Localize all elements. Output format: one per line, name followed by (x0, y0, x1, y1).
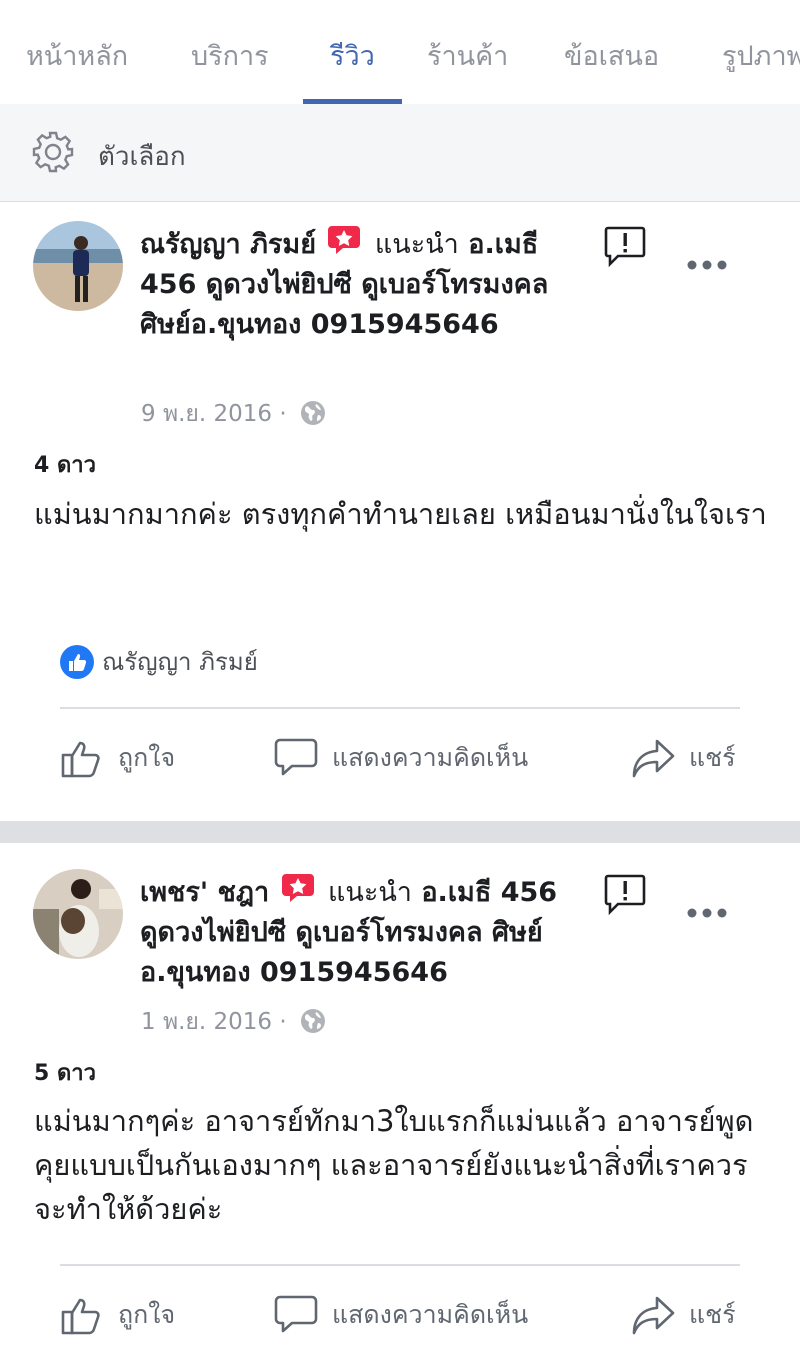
avatar[interactable] (33, 869, 123, 959)
rating-stars: 5 ดาว (34, 1061, 96, 1086)
divider (60, 1264, 740, 1266)
post-separator (0, 821, 800, 843)
author-name[interactable]: ณรัญญา ภิรมย์ (140, 229, 316, 260)
tab-shop[interactable]: ร้านค้า (427, 34, 508, 77)
comment-icon (274, 738, 318, 776)
review-header: ณรัญญา ภิรมย์ แนะนำ อ.เมธี 456 ดูดวงไพ่ย… (140, 225, 590, 345)
globe-icon (300, 401, 325, 425)
share-button[interactable]: แชร์ (631, 1293, 736, 1337)
comment-button[interactable]: แสดงความคิดเห็น (274, 736, 528, 780)
share-label: แชร์ (689, 1300, 736, 1329)
like-label: ถูกใจ (118, 1300, 176, 1329)
tab-offers[interactable]: ข้อเสนอ (564, 34, 659, 77)
thumbs-up-icon (61, 1298, 100, 1335)
rating-stars: 4 ดาว (34, 453, 96, 478)
divider (60, 707, 740, 709)
tab-home[interactable]: หน้าหลัก (26, 34, 128, 77)
globe-icon (300, 1009, 325, 1033)
tab-photos[interactable]: รูปภาพ (722, 34, 800, 77)
share-button[interactable]: แชร์ (631, 736, 736, 780)
avatar[interactable] (33, 221, 123, 311)
comment-label: แสดงความคิดเห็น (332, 743, 529, 772)
liker-name[interactable]: ณรัญญา ภิรมย์ (102, 648, 258, 676)
recommend-badge-icon (328, 226, 361, 254)
date-text[interactable]: 1 พ.ย. 2016 · (141, 1009, 287, 1035)
like-button[interactable]: ถูกใจ (60, 736, 175, 780)
date-text[interactable]: 9 พ.ย. 2016 · (141, 401, 287, 427)
tab-reviews[interactable]: รีวิว (330, 34, 375, 77)
more-icon[interactable] (687, 259, 727, 271)
reactions-summary[interactable]: ณรัญญา ภิรมย์ (60, 642, 258, 681)
recommends-label: แนะนำ (327, 877, 412, 908)
report-icon[interactable] (603, 872, 647, 916)
avatar-photo-icon (33, 869, 123, 959)
recommend-badge-icon (281, 874, 314, 902)
share-icon (632, 739, 675, 778)
options-label[interactable]: ตัวเลือก (98, 136, 186, 177)
share-label: แชร์ (689, 743, 736, 772)
post-date[interactable]: 9 พ.ย. 2016 · (141, 396, 326, 432)
report-icon[interactable] (603, 224, 647, 268)
thumbs-up-icon (61, 741, 100, 778)
tab-bar: หน้าหลัก บริการ รีวิว ร้านค้า ข้อเสนอ รู… (0, 0, 800, 104)
review-text: แม่นมากๆค่ะ อาจารย์ทักมา3ใบแรกก็แม่นแล้ว… (34, 1104, 754, 1226)
more-icon[interactable] (687, 907, 727, 919)
comment-icon (274, 1295, 318, 1333)
gear-icon[interactable] (30, 129, 76, 175)
tab-services[interactable]: บริการ (191, 34, 269, 77)
like-button[interactable]: ถูกใจ (60, 1293, 175, 1337)
recommends-label: แนะนำ (374, 229, 459, 260)
review-text: แม่นมากมากค่ะ ตรงทุกคำทำนายเลย เหมือนมาน… (34, 497, 767, 531)
comment-button[interactable]: แสดงความคิดเห็น (274, 1293, 528, 1337)
review-header: เพชร' ชฎา แนะนำ อ.เมธี 456 ดูดวงไพ่ยิปซี… (140, 873, 590, 993)
comment-label: แสดงความคิดเห็น (332, 1300, 529, 1329)
avatar-photo-icon (33, 221, 123, 311)
share-icon (632, 1296, 675, 1335)
like-reaction-icon (60, 645, 94, 679)
author-name[interactable]: เพชร' ชฎา (140, 877, 269, 908)
post-date[interactable]: 1 พ.ย. 2016 · (141, 1004, 326, 1040)
like-label: ถูกใจ (118, 743, 176, 772)
